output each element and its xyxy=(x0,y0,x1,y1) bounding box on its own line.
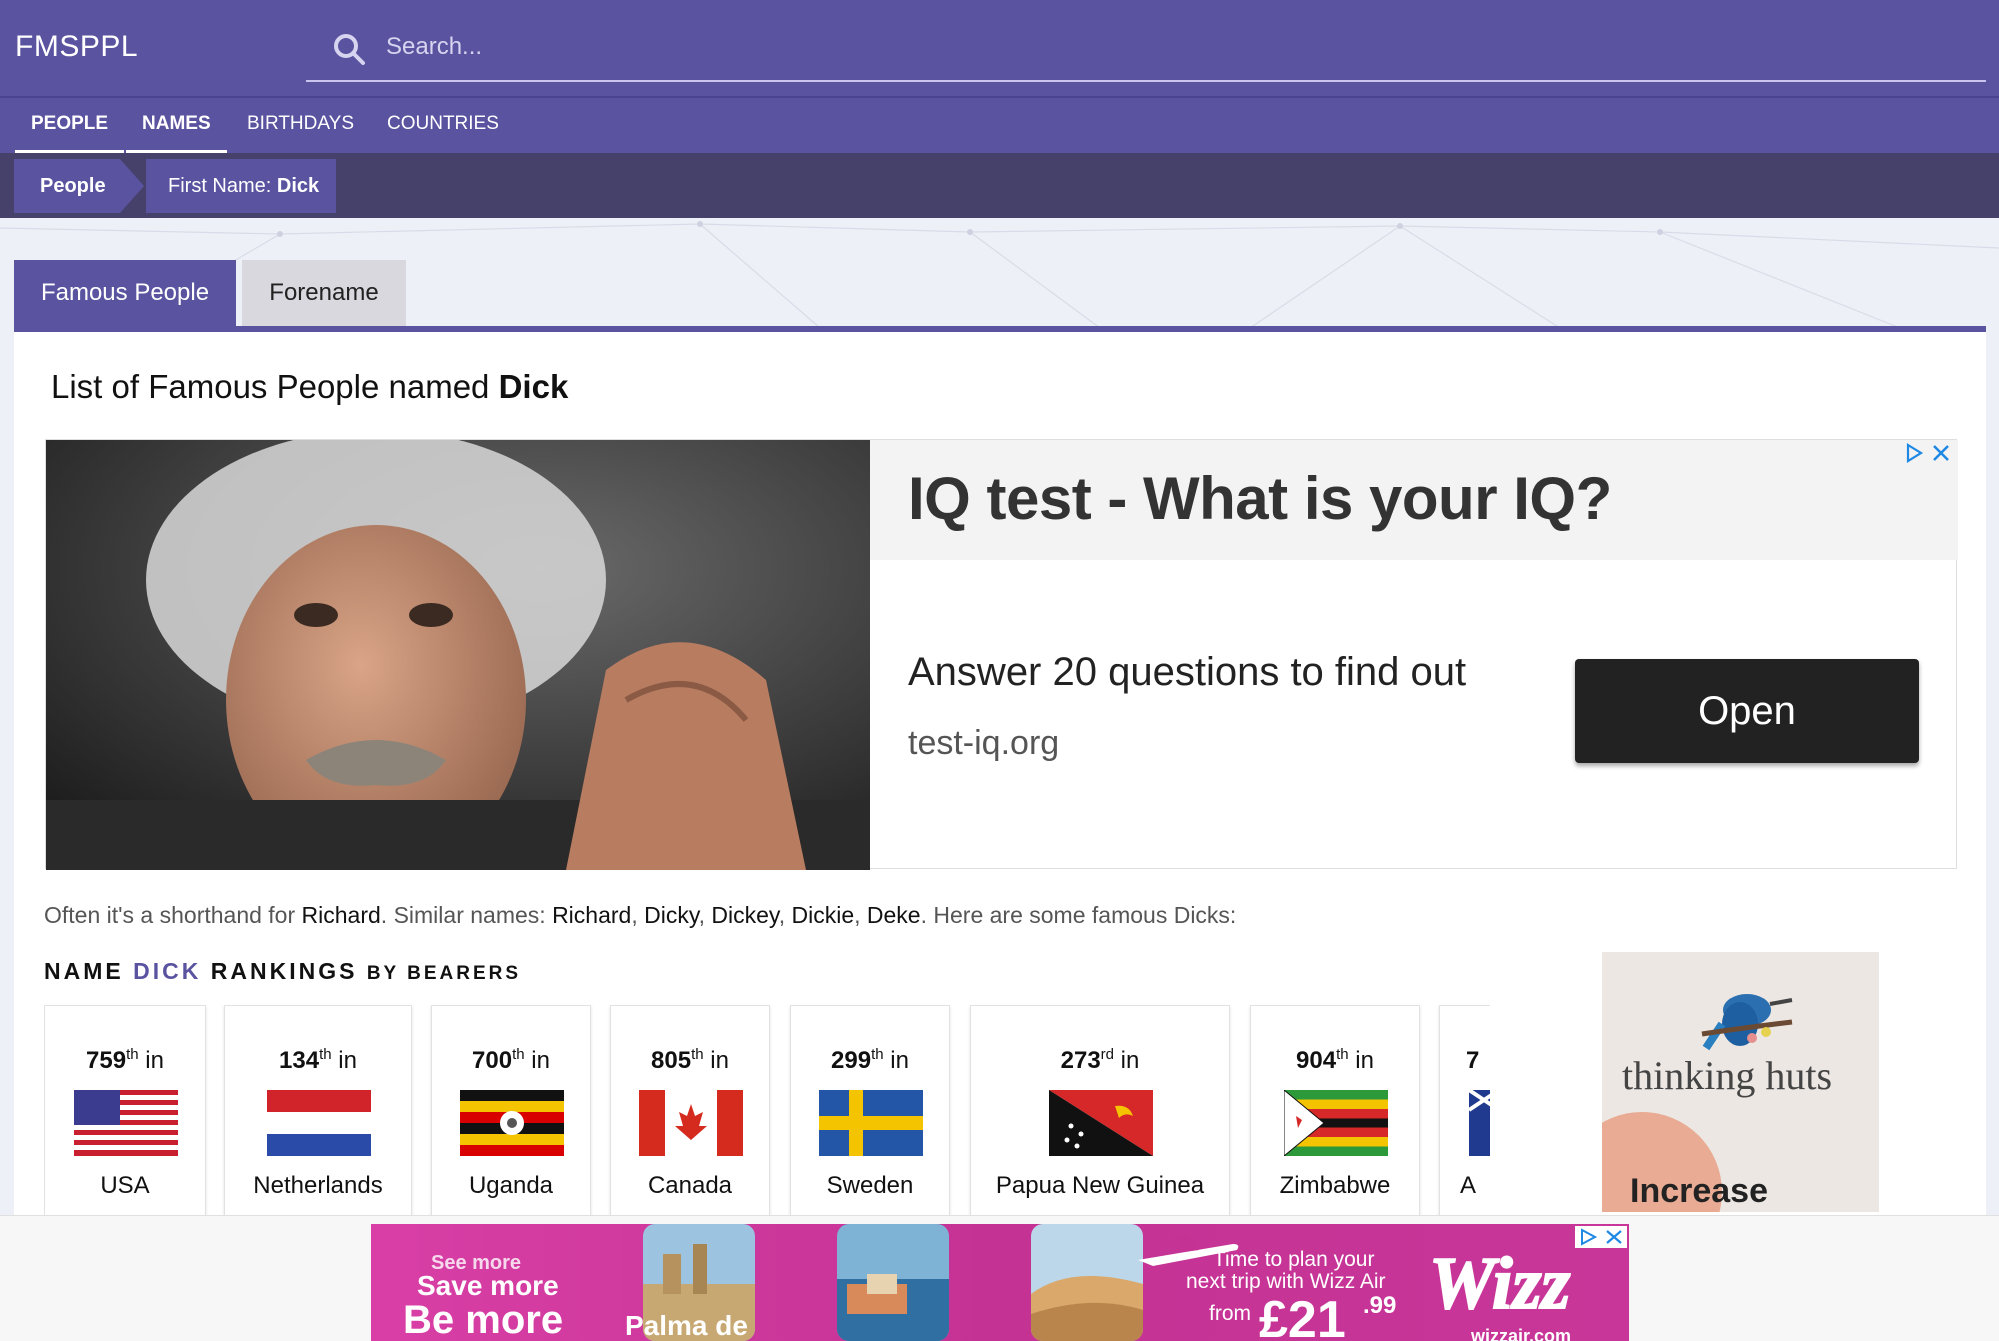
wizz-logo: Wizz xyxy=(1428,1242,1571,1326)
rank-card-zimbabwe[interactable]: 904th in Zimbabwe xyxy=(1250,1005,1420,1215)
dunes-photo xyxy=(1031,1224,1143,1341)
side-ad-cta[interactable]: Increase xyxy=(1630,1172,1768,1211)
nav-countries[interactable]: COUNTRIES xyxy=(371,98,515,153)
link-richard-similar[interactable]: Richard xyxy=(552,902,631,928)
rankings-carousel[interactable]: 759th in USA 134th in Netherlands 700th … xyxy=(44,1005,1490,1215)
side-ad-brand: thinking huts xyxy=(1622,1053,1833,1098)
search-input[interactable] xyxy=(386,24,1886,70)
breadcrumb: People First Name: Dick xyxy=(0,153,1999,218)
page-title: List of Famous People named Dick xyxy=(51,368,569,405)
breadcrumb-people[interactable]: People xyxy=(14,159,120,213)
papua-new-guinea-flag-icon xyxy=(1049,1090,1153,1156)
netherlands-flag-icon xyxy=(267,1090,371,1156)
search-icon[interactable] xyxy=(330,30,368,68)
rank-card-canada[interactable]: 805th in Canada xyxy=(610,1005,770,1215)
wizz-air-ad[interactable]: See more Save more Be more Palma de Time… xyxy=(371,1224,1629,1341)
ad-domain: test-iq.org xyxy=(908,724,1060,762)
usa-flag-icon xyxy=(74,1090,178,1156)
ad-subtitle: Answer 20 questions to find out xyxy=(908,650,1467,694)
rankings-title: NAME DICK RANKINGS BY BEARERS xyxy=(44,958,522,984)
nav-names[interactable]: NAMES xyxy=(126,98,227,153)
ad-choices-icon[interactable] xyxy=(1903,442,1925,464)
search-bar xyxy=(306,14,1986,82)
rank-card-uganda[interactable]: 700th in Uganda xyxy=(431,1005,591,1215)
thinking-huts-ad[interactable]: thinking huts Increase xyxy=(1602,952,1879,1212)
tab-famous-people[interactable]: Famous People xyxy=(14,260,236,326)
ad-choices-icon-bottom[interactable] xyxy=(1575,1226,1627,1248)
coast-photo xyxy=(837,1224,949,1341)
site-logo[interactable]: FMSPPL xyxy=(15,30,138,64)
sweden-flag-icon xyxy=(819,1090,923,1156)
australia-flag-icon xyxy=(1469,1090,1490,1156)
ad-portrait-image xyxy=(46,440,870,870)
close-icon[interactable] xyxy=(1930,442,1952,464)
ad-open-button[interactable]: Open xyxy=(1575,659,1919,763)
breadcrumb-separator xyxy=(120,159,144,213)
uganda-flag-icon xyxy=(460,1090,564,1156)
nav-birthdays[interactable]: BIRTHDAYS xyxy=(231,98,370,153)
link-dickey[interactable]: Dickey xyxy=(711,902,778,928)
nav-people[interactable]: PEOPLE xyxy=(15,98,125,153)
link-dicky[interactable]: Dicky xyxy=(644,902,699,928)
canada-flag-icon xyxy=(639,1090,743,1156)
breadcrumb-current: First Name: Dick xyxy=(146,159,336,213)
iq-test-ad[interactable]: IQ test - What is your IQ? Answer 20 que… xyxy=(45,439,1958,870)
main-nav: PEOPLE NAMES BIRTHDAYS COUNTRIES xyxy=(0,96,1999,153)
tab-forename[interactable]: Forename xyxy=(242,260,406,326)
rank-card-partial[interactable]: 7 A xyxy=(1439,1005,1490,1215)
zimbabwe-flag-icon xyxy=(1284,1090,1388,1156)
rank-card-sweden[interactable]: 299th in Sweden xyxy=(790,1005,950,1215)
link-deke[interactable]: Deke xyxy=(867,902,921,928)
link-richard[interactable]: Richard xyxy=(302,902,381,928)
rank-card-netherlands[interactable]: 134th in Netherlands xyxy=(224,1005,412,1215)
rank-card-papua-new-guinea[interactable]: 273rd in Papua New Guinea xyxy=(970,1005,1230,1215)
ad-title[interactable]: IQ test - What is your IQ? xyxy=(908,464,1612,533)
rank-card-usa[interactable]: 759th in USA xyxy=(44,1005,206,1215)
name-description: Often it's a shorthand for Richard. Simi… xyxy=(44,902,1237,928)
top-bar: FMSPPL xyxy=(0,0,1999,96)
link-dickie[interactable]: Dickie xyxy=(792,902,855,928)
